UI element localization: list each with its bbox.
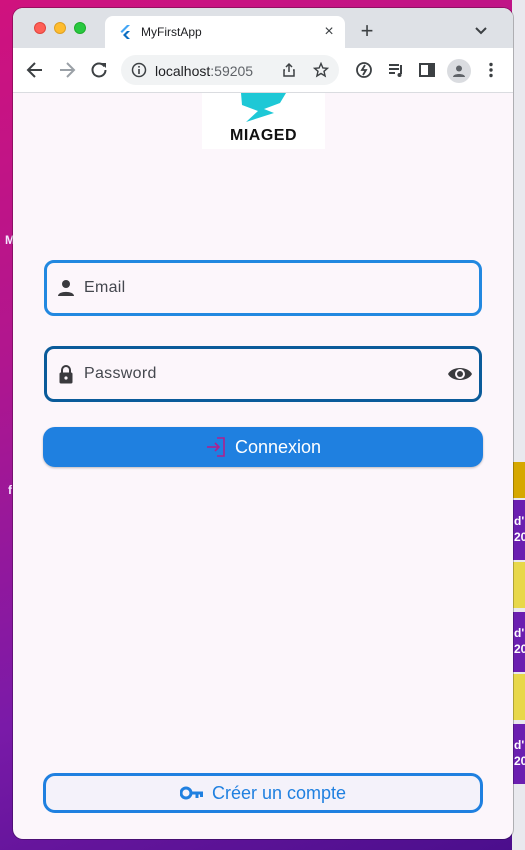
back-icon[interactable] bbox=[25, 60, 45, 80]
flutter-icon bbox=[120, 25, 130, 39]
login-button-label: Connexion bbox=[234, 436, 322, 457]
close-tab-icon[interactable]: × bbox=[319, 22, 339, 42]
person-icon bbox=[453, 65, 465, 77]
create-account-button[interactable]: Créer un compte bbox=[43, 773, 483, 813]
browser-window: MyFirstApp × + localhost:59205 MIAGED Em… bbox=[13, 8, 513, 839]
reload-icon[interactable] bbox=[89, 60, 109, 80]
side-panel-icon[interactable] bbox=[417, 60, 437, 80]
chevron-down-icon[interactable] bbox=[473, 22, 489, 38]
share-icon[interactable] bbox=[281, 62, 297, 78]
password-input[interactable] bbox=[84, 358, 444, 390]
info-icon[interactable] bbox=[131, 62, 147, 78]
logo-text: MIAGED bbox=[230, 127, 297, 144]
login-button-content: Connexion bbox=[43, 427, 483, 467]
desktop-label: f bbox=[8, 483, 12, 497]
desktop-tile bbox=[512, 462, 525, 498]
tab-myfirstapp[interactable]: MyFirstApp × bbox=[105, 16, 345, 48]
more-menu-icon[interactable] bbox=[481, 60, 501, 80]
email-input[interactable] bbox=[84, 272, 444, 304]
address-bar[interactable]: localhost:59205 bbox=[121, 55, 339, 85]
new-tab-button[interactable]: + bbox=[356, 20, 378, 43]
media-queue-icon[interactable] bbox=[386, 60, 406, 80]
desktop-label: d' bbox=[514, 626, 525, 640]
desktop-tile bbox=[512, 674, 525, 720]
tab-title: MyFirstApp bbox=[141, 25, 202, 39]
lock-icon bbox=[59, 365, 73, 384]
star-icon[interactable] bbox=[313, 62, 329, 78]
desktop-label: 20 bbox=[514, 754, 525, 768]
password-field[interactable] bbox=[44, 346, 482, 402]
key-icon bbox=[179, 786, 203, 800]
login-button[interactable]: Connexion bbox=[43, 427, 483, 467]
desktop-label: 20 bbox=[514, 530, 525, 544]
login-page: MIAGED Email Connexion Créer un compte bbox=[13, 93, 513, 839]
desktop-right-edge bbox=[512, 0, 525, 850]
person-icon bbox=[58, 280, 74, 296]
login-icon bbox=[206, 437, 225, 457]
create-account-button-label: Créer un compte bbox=[211, 782, 347, 803]
extension-icon[interactable] bbox=[354, 60, 374, 80]
desktop-label: 20 bbox=[514, 642, 525, 656]
create-account-button-content: Créer un compte bbox=[46, 776, 480, 810]
url-port: :59205 bbox=[210, 63, 254, 79]
url-host: localhost bbox=[155, 63, 211, 79]
tab-strip: MyFirstApp × + bbox=[13, 8, 513, 48]
close-window-button[interactable] bbox=[34, 22, 46, 34]
profile-avatar[interactable] bbox=[447, 59, 471, 83]
app-logo: MIAGED bbox=[202, 93, 325, 149]
logo-mark-icon bbox=[241, 93, 286, 122]
url-text: localhost:59205 bbox=[155, 63, 253, 79]
desktop-tile bbox=[512, 562, 525, 608]
browser-toolbar: localhost:59205 bbox=[13, 48, 513, 93]
desktop-label: d' bbox=[514, 514, 525, 528]
eye-icon[interactable] bbox=[447, 363, 473, 385]
maximize-window-button[interactable] bbox=[74, 22, 86, 34]
email-field[interactable] bbox=[44, 260, 482, 316]
desktop-label: d' bbox=[514, 738, 525, 752]
forward-icon[interactable] bbox=[57, 60, 77, 80]
minimize-window-button[interactable] bbox=[54, 22, 66, 34]
